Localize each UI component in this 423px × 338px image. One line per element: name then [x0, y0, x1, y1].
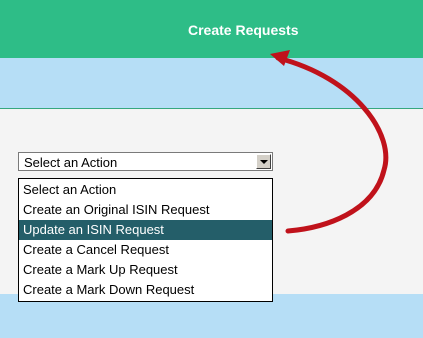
dropdown-option-create-original-isin[interactable]: Create an Original ISIN Request [19, 200, 272, 220]
action-select[interactable]: Select an Action [18, 152, 273, 171]
dropdown-arrow-button[interactable] [256, 154, 271, 169]
action-select-value: Select an Action [24, 155, 118, 170]
sub-header-band [0, 58, 423, 108]
dropdown-option-create-mark-down[interactable]: Create a Mark Down Request [19, 280, 272, 300]
dropdown-option-update-isin[interactable]: Update an ISIN Request [19, 220, 272, 240]
dropdown-option-create-mark-up[interactable]: Create a Mark Up Request [19, 260, 272, 280]
action-dropdown-list[interactable]: Select an Action Create an Original ISIN… [18, 178, 273, 302]
dropdown-option-select-an-action[interactable]: Select an Action [19, 180, 272, 200]
chevron-down-icon [260, 160, 268, 164]
page-title: Create Requests [188, 22, 299, 38]
dropdown-option-create-cancel[interactable]: Create a Cancel Request [19, 240, 272, 260]
header-bar: Create Requests [0, 0, 423, 58]
